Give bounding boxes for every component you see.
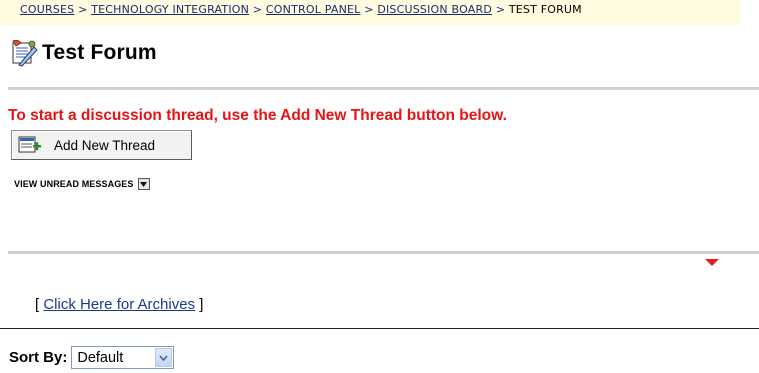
archives-close-bracket: ] [199, 296, 204, 313]
view-unread-toggle[interactable]: VIEW UNREAD MESSAGES [14, 178, 150, 190]
breadcrumb: COURSES > TECHNOLOGY INTEGRATION > CONTR… [0, 0, 740, 25]
red-triangle-marker-icon [705, 259, 719, 266]
sort-row: Sort By: Default [9, 346, 175, 369]
page-title: Test Forum [42, 41, 157, 64]
breadcrumb-discussion-board[interactable]: DISCUSSION BOARD [377, 3, 492, 16]
breadcrumb-control-panel[interactable]: CONTROL PANEL [266, 3, 361, 16]
chevron-down-icon[interactable] [155, 348, 173, 367]
add-thread-label: Add New Thread [54, 137, 156, 153]
breadcrumb-current: TEST FORUM [508, 3, 582, 16]
breadcrumb-courses[interactable]: COURSES [20, 3, 74, 16]
breadcrumb-separator: > [364, 3, 374, 16]
view-unread-label: VIEW UNREAD MESSAGES [14, 179, 134, 189]
forum-icon [12, 39, 38, 67]
dropdown-arrow-icon[interactable] [137, 178, 150, 190]
breadcrumb-separator: > [252, 3, 263, 16]
breadcrumb-technology-integration[interactable]: TECHNOLOGY INTEGRATION [91, 3, 249, 16]
title-row: Test Forum [10, 38, 157, 68]
divider [8, 87, 759, 90]
archives-open-bracket: [ [35, 296, 40, 313]
breadcrumb-separator: > [78, 3, 88, 16]
sort-selected-value: Default [77, 349, 124, 366]
breadcrumb-separator: > [495, 3, 506, 16]
divider [8, 251, 759, 254]
divider [0, 328, 759, 329]
sort-select[interactable]: Default [71, 346, 175, 369]
sort-label: Sort By: [9, 349, 68, 366]
add-thread-button[interactable]: Add New Thread [11, 130, 192, 160]
archives-link[interactable]: Click Here for Archives [43, 296, 195, 313]
archives-link-row: [ Click Here for Archives ] [35, 296, 203, 313]
instruction-text: To start a discussion thread, use the Ad… [8, 107, 507, 124]
add-thread-icon [18, 136, 41, 153]
